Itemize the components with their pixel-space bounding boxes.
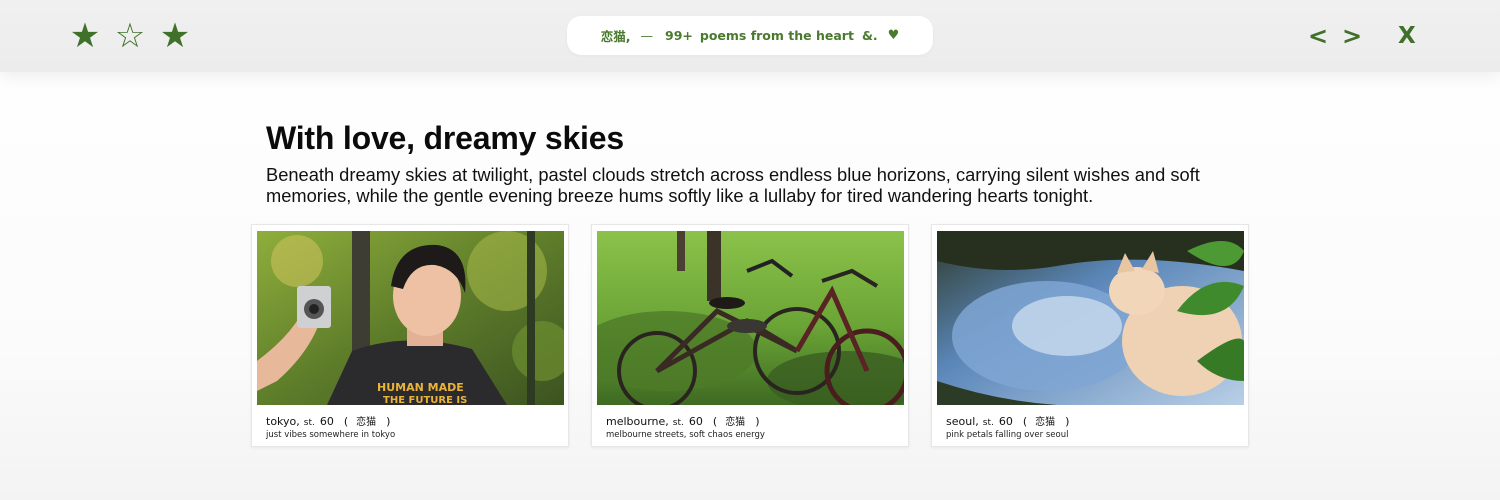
page-description: Beneath dreamy skies at twilight, pastel… [266, 164, 1200, 206]
card-city: seoul, [946, 415, 979, 428]
next-button[interactable]: > [1342, 22, 1362, 50]
card-st: st. [303, 418, 315, 428]
top-bar: ★ ☆ ★ 恋猫, — 99+ poems from the heart &. … [0, 0, 1500, 72]
card-subtitle: pink petals falling over seoul [946, 430, 1069, 440]
card-kanji: 恋猫 [1035, 417, 1056, 428]
rating-stars: ★ ☆ ★ [68, 18, 192, 54]
card-subtitle: melbourne streets, soft chaos energy [606, 430, 765, 440]
photo-card-seoul[interactable]: seoul, st. 60 ( 恋猫) pink petals falling over… [931, 224, 1249, 447]
tagline-amp: &. [861, 28, 878, 43]
card-st: st. [672, 418, 684, 428]
tokyo-photo: HUMAN MADE THE FUTURE IS [257, 231, 564, 405]
card-close-paren: ) [755, 415, 760, 428]
card-number: 60 [998, 415, 1013, 428]
star-outline-icon: ☆ [114, 16, 146, 56]
tagline-count: 99+ [665, 28, 693, 43]
tagline-name: 恋猫, [600, 29, 631, 44]
card-kanji: 恋猫 [356, 417, 377, 428]
card-open-paren: ( [343, 415, 349, 428]
star-filled-icon: ★ [159, 16, 191, 56]
card-close-paren: ) [386, 415, 391, 428]
card-caption: melbourne, st. 60 ( 恋猫) [606, 413, 767, 428]
tagline-pill: 恋猫, — 99+ poems from the heart &. ♥ [567, 16, 933, 55]
card-open-paren: ( [712, 415, 718, 428]
tagline-dash: — [640, 28, 654, 43]
card-caption: tokyo, st. 60 ( 恋猫) [266, 413, 398, 428]
star-filled-icon: ★ [69, 16, 101, 56]
heart-icon: ♥ [887, 28, 900, 43]
seoul-photo [937, 231, 1244, 405]
card-open-paren: ( [1022, 415, 1028, 428]
melbourne-photo [597, 231, 904, 405]
photo-card-melbourne[interactable]: melbourne, st. 60 ( 恋猫) melbourne streets, s… [591, 224, 909, 447]
close-button[interactable]: X [1398, 22, 1416, 50]
card-subtitle: just vibes somewhere in tokyo [266, 430, 396, 440]
card-number: 60 [688, 415, 703, 428]
card-kanji: 恋猫 [725, 417, 746, 428]
card-city: tokyo, [266, 415, 300, 428]
card-close-paren: ) [1065, 415, 1070, 428]
page-title: With love, dreamy skies [266, 120, 624, 156]
card-caption: seoul, st. 60 ( 恋猫) [946, 413, 1077, 428]
card-number: 60 [319, 415, 334, 428]
card-st: st. [982, 418, 994, 428]
card-city: melbourne, [606, 415, 669, 428]
previous-button[interactable]: < [1308, 22, 1328, 50]
svg-text:THE FUTURE IS: THE FUTURE IS [383, 395, 467, 405]
tagline-text: poems from the heart [699, 28, 854, 43]
svg-text:HUMAN MADE: HUMAN MADE [377, 381, 464, 394]
photo-card-tokyo[interactable]: HUMAN MADE THE FUTURE IS tokyo, st. 60 ( 恋猫)… [251, 224, 569, 447]
